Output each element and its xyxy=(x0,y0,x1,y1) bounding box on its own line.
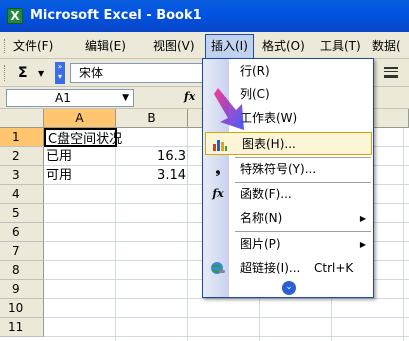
expand-chevrons-icon[interactable]: ⌄ xyxy=(282,281,296,295)
row-header[interactable]: 6 xyxy=(0,223,44,242)
menu-data[interactable]: 数据( xyxy=(372,37,401,54)
menu-item-label: 超链接(I)... xyxy=(240,261,301,275)
menu-insert[interactable]: 插入(I) xyxy=(205,34,254,59)
autosum-button[interactable]: Σ ▼ xyxy=(12,63,50,83)
hyperlink-icon xyxy=(210,261,226,276)
row-header[interactable]: 5 xyxy=(0,204,44,223)
row-header[interactable]: 1 xyxy=(0,128,44,147)
row-header[interactable]: 9 xyxy=(0,280,44,299)
select-all-corner[interactable] xyxy=(0,109,44,128)
column-header-a[interactable]: A xyxy=(44,109,116,128)
symbol-icon: ❟ xyxy=(215,162,221,176)
menu-file[interactable]: 文件(F) xyxy=(13,37,53,54)
cell-a3[interactable]: 可用 xyxy=(46,166,72,185)
menu-tools[interactable]: 工具(T) xyxy=(320,37,361,54)
row-header[interactable]: 11 xyxy=(0,318,44,337)
menu-bar: 文件(F) 编辑(E) 视图(V) 插入(I) 格式(O) 工具(T) 数据( xyxy=(0,32,409,59)
menu-item-function[interactable]: fx 函数(F)... xyxy=(204,183,372,206)
menu-item-row[interactable]: 行(R) xyxy=(204,60,372,83)
chevron-down-icon: ▼ xyxy=(38,69,45,78)
menubar-grip[interactable] xyxy=(4,39,7,53)
align-center-icon[interactable] xyxy=(384,67,398,78)
menu-item-hyperlink[interactable]: 超链接(I)... Ctrl+K xyxy=(204,257,372,280)
cell-a2[interactable]: 已用 xyxy=(46,147,72,166)
chart-icon xyxy=(212,137,228,152)
menu-item-label: 图片(P) xyxy=(240,237,281,251)
menu-separator xyxy=(235,231,371,232)
menu-item-label: 特殊符号(Y)... xyxy=(240,162,317,176)
menu-item-special-symbol[interactable]: ❟ 特殊符号(Y)... xyxy=(204,158,372,181)
cell-b3[interactable]: 3.14 xyxy=(116,166,186,185)
menu-format[interactable]: 格式(O) xyxy=(262,37,305,54)
menu-item-label: 函数(F)... xyxy=(240,187,292,201)
name-box-value: A1 xyxy=(55,91,71,105)
row-header[interactable]: 3 xyxy=(0,166,44,185)
toolbar-grip[interactable] xyxy=(4,65,7,81)
submenu-arrow-icon: ▶ xyxy=(359,214,366,223)
row-header[interactable]: 8 xyxy=(0,261,44,280)
chevron-down-icon[interactable]: ▼ xyxy=(122,90,129,106)
window-title: Microsoft Excel - Book1 xyxy=(30,8,202,23)
menu-item-picture[interactable]: 图片(P) ▶ xyxy=(204,233,372,256)
row-header[interactable]: 2 xyxy=(0,147,44,166)
row-header[interactable]: 4 xyxy=(0,185,44,204)
menu-item-shortcut: Ctrl+K xyxy=(314,261,354,275)
font-name-box[interactable]: 宋体 xyxy=(70,63,208,83)
name-box[interactable]: A1 ▼ xyxy=(6,89,134,107)
pointer-arrow-icon xyxy=(214,88,244,130)
menu-item-label: 行(R) xyxy=(240,64,270,78)
menu-edit[interactable]: 编辑(E) xyxy=(85,37,126,54)
row-header[interactable]: 10 xyxy=(0,299,44,318)
autosum-label: Σ xyxy=(18,65,28,81)
column-header-b[interactable]: B xyxy=(116,109,188,128)
menu-item-name[interactable]: 名称(N) ▶ xyxy=(204,207,372,230)
title-bar: X Microsoft Excel - Book1 xyxy=(0,0,409,32)
menu-item-label: 名称(N) xyxy=(240,211,283,225)
menu-item-label: 图表(H)... xyxy=(242,137,296,151)
submenu-arrow-icon: ▶ xyxy=(359,240,366,249)
fx-icon[interactable]: fx xyxy=(184,90,195,103)
menu-view[interactable]: 视图(V) xyxy=(153,37,195,54)
cell-a1[interactable]: C盘空间状况 xyxy=(44,128,122,147)
function-icon: fx xyxy=(212,187,224,200)
excel-icon: X xyxy=(7,8,23,24)
cell-b2[interactable]: 16.3 xyxy=(116,147,186,166)
row-header[interactable]: 7 xyxy=(0,242,44,261)
toolbar-options-icon[interactable]: » ▾ xyxy=(55,62,65,84)
